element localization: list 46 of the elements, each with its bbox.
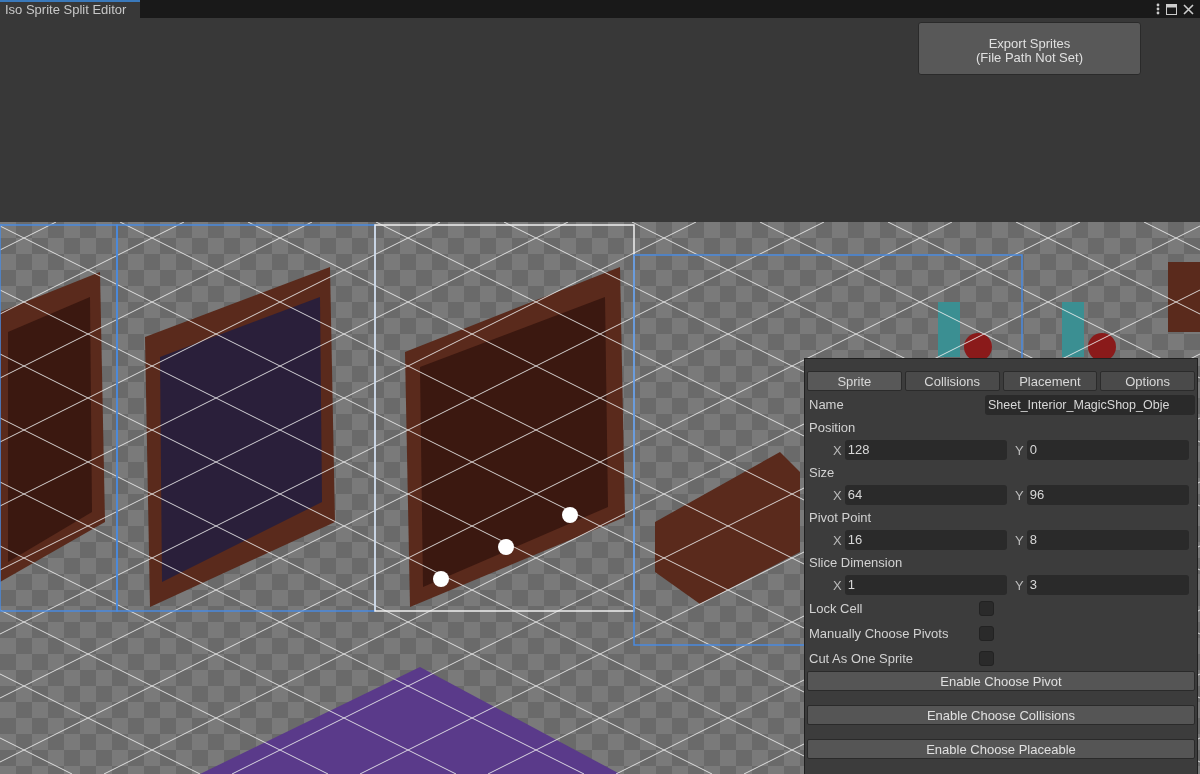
axis-label: X: [833, 532, 843, 548]
shelf-drawing: [1168, 262, 1200, 332]
checkbox[interactable]: [979, 626, 994, 641]
panel-tab[interactable]: Sprite: [807, 371, 902, 391]
number-field[interactable]: 1: [844, 575, 1007, 595]
number-field[interactable]: 96: [1026, 485, 1189, 505]
panel-tab[interactable]: Placement: [1002, 371, 1098, 391]
enable-button[interactable]: Enable Choose Pivot: [807, 671, 1195, 691]
number-field[interactable]: 8: [1026, 530, 1189, 550]
number-field[interactable]: 16: [844, 530, 1007, 550]
field-label: Slice Dimension: [809, 555, 903, 570]
axis-label: X: [833, 487, 843, 503]
pivot-dot[interactable]: [433, 571, 449, 587]
axis-label: Y: [1015, 487, 1025, 503]
maximize-icon[interactable]: [1166, 3, 1177, 15]
field-label: Name: [809, 397, 844, 412]
axis-label: Y: [1015, 577, 1025, 593]
number-field[interactable]: 64: [844, 485, 1007, 505]
panel-tab[interactable]: Options: [1100, 371, 1195, 391]
number-field[interactable]: 3: [1026, 575, 1189, 595]
checkbox[interactable]: [979, 601, 994, 616]
field-label: Pivot Point: [809, 510, 872, 525]
name-field[interactable]: Sheet_Interior_MagicShop_Obje: [985, 394, 1195, 415]
axis-label: X: [833, 577, 843, 593]
export-sprites-button[interactable]: Export Sprites (File Path Not Set): [918, 22, 1141, 75]
field-label: Position: [809, 420, 856, 435]
potion-drawing: [1062, 302, 1116, 361]
axis-label: X: [833, 442, 843, 458]
toggle-label: Cut As One Sprite: [809, 651, 915, 666]
toggle-label: Manually Choose Pivots: [809, 626, 950, 641]
more-icon[interactable]: [1156, 3, 1160, 15]
toggle-label: Lock Cell: [809, 601, 864, 616]
enable-button[interactable]: Enable Choose Placeable: [807, 739, 1195, 759]
pivot-dot[interactable]: [498, 539, 514, 555]
field-label: Size: [809, 465, 835, 480]
close-icon[interactable]: [1183, 3, 1194, 15]
enable-button[interactable]: Enable Choose Collisions: [807, 705, 1195, 725]
window-tab[interactable]: Iso Sprite Split Editor: [0, 0, 141, 18]
number-field[interactable]: 0: [1026, 440, 1189, 460]
panel-tab[interactable]: Collisions: [904, 371, 1000, 391]
checkbox[interactable]: [979, 651, 994, 666]
axis-label: Y: [1015, 532, 1025, 548]
pivot-dot[interactable]: [562, 507, 578, 523]
potion-drawing: [938, 302, 992, 361]
number-field[interactable]: 128: [844, 440, 1007, 460]
axis-label: Y: [1015, 442, 1025, 458]
